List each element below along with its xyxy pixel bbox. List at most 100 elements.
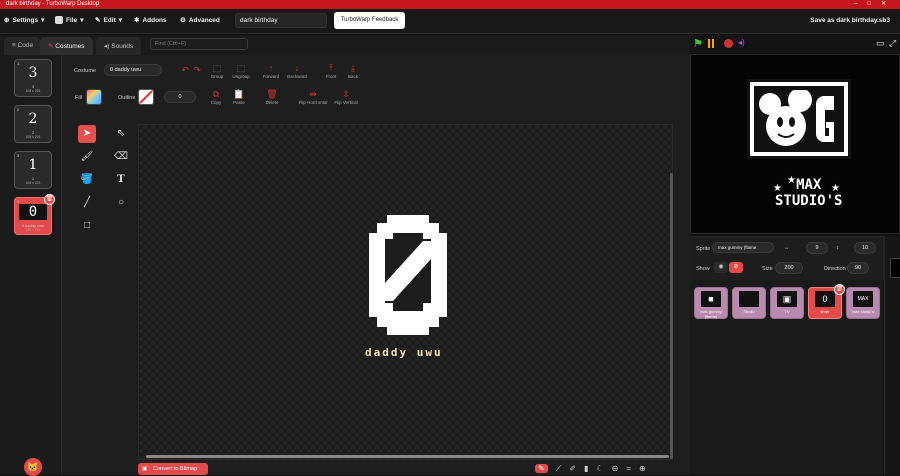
sprite-item[interactable]: ▣ TV bbox=[770, 287, 804, 319]
stop-icon[interactable] bbox=[724, 39, 733, 48]
outline-color-picker[interactable] bbox=[138, 89, 154, 105]
sprite-info-panel: Sprite max gummy (flame ↔ 9 ↕ 10 Show ◉ … bbox=[690, 236, 900, 280]
circle-tool[interactable]: ○ bbox=[112, 194, 130, 212]
stage-thumbnail[interactable] bbox=[890, 258, 900, 278]
back-button[interactable]: ⤓ Back bbox=[340, 63, 366, 79]
direction-input[interactable]: 90 bbox=[847, 262, 869, 274]
project-title-input[interactable]: dark birthday bbox=[235, 13, 327, 28]
costume-text-label: daddy uwu bbox=[365, 346, 443, 359]
fill-tool[interactable]: 🪣 bbox=[78, 171, 96, 189]
save-as-button[interactable]: Save as dark birthday.sb3 bbox=[810, 17, 890, 24]
editor-tabs: ≡ Code ✎ Costumes ◂) Sounds Find (Ctrl+F… bbox=[0, 35, 690, 55]
delete-costume-icon[interactable]: 🗑 bbox=[44, 194, 55, 205]
feedback-button[interactable]: TurboWarp Feedback bbox=[334, 12, 405, 29]
settings-menu[interactable]: ⊕ Settings ▾ bbox=[4, 16, 44, 25]
forward-button[interactable]: ↑ Forward bbox=[258, 63, 284, 79]
star-icon: ★ bbox=[831, 183, 840, 194]
sprite-thumbnail: 0 bbox=[815, 291, 835, 307]
sprite-name-input[interactable]: max gummy (flame bbox=[712, 242, 774, 253]
fullscreen-icon[interactable]: ⤢ bbox=[889, 38, 896, 49]
paint-canvas[interactable] bbox=[138, 124, 673, 460]
cursor-icon: ➤ bbox=[82, 128, 92, 139]
add-costume-button[interactable]: 🐱 bbox=[24, 458, 42, 476]
reshape-icon: ⇖ bbox=[116, 128, 126, 139]
advanced-menu[interactable]: ⚙ Advanced bbox=[180, 16, 220, 25]
moon-icon[interactable]: ☾ bbox=[596, 464, 603, 473]
zoom-in-icon[interactable]: ⊕ bbox=[639, 464, 646, 473]
chevron-down-icon: ▾ bbox=[80, 17, 84, 24]
fill-label: Fill bbox=[75, 95, 83, 101]
menubar: ⊕ Settings ▾ File ▾ ✎ Edit ▾ ✱ Addons ⚙ Advance… bbox=[0, 9, 900, 34]
zoom-reset-icon[interactable]: = bbox=[626, 464, 631, 473]
delete-sprite-icon[interactable]: 🗑 bbox=[834, 284, 845, 295]
eraser-mode-icon[interactable]: ✐ bbox=[569, 464, 576, 473]
edit-menu[interactable]: ✎ Edit ▾ bbox=[95, 16, 122, 25]
flip-horizontal-icon: ⇹ bbox=[309, 89, 317, 99]
addons-menu[interactable]: ✱ Addons bbox=[134, 16, 167, 25]
star-icon: ★ bbox=[773, 183, 782, 194]
costume-item[interactable]: 3 1 1 108 x 201 bbox=[14, 151, 52, 189]
size-label: Size bbox=[762, 266, 773, 272]
small-stage-icon[interactable]: ▭ bbox=[876, 38, 885, 49]
find-input[interactable]: Find (Ctrl+F) bbox=[150, 38, 248, 50]
costume-thumbnail: 0 bbox=[19, 204, 47, 220]
costume-size: 108 x 201 bbox=[25, 228, 41, 232]
sprite-name: TV bbox=[784, 309, 790, 314]
ungroup-button[interactable]: ⬚ Ungroup bbox=[228, 63, 254, 79]
sprite-item[interactable]: MAX max studio's bbox=[846, 287, 880, 319]
tab-code[interactable]: ≡ Code bbox=[4, 37, 42, 55]
eraser-tool[interactable]: ⌫ bbox=[112, 148, 130, 166]
y-input[interactable]: 10 bbox=[854, 242, 876, 254]
vertical-scrollbar[interactable] bbox=[670, 173, 673, 459]
reshape-tool[interactable]: ⇖ bbox=[112, 125, 130, 143]
line-tool[interactable]: ╱ bbox=[78, 194, 96, 212]
tab-sounds[interactable]: ◂) Sounds bbox=[96, 37, 142, 55]
flip-vertical-button[interactable]: ⇳ Flip Vertical bbox=[331, 89, 361, 105]
sprite-item-selected[interactable]: 🗑 0 timer bbox=[808, 284, 845, 319]
show-eye-icon[interactable]: ◉ bbox=[714, 262, 728, 273]
brush-mode-icon[interactable]: ✎ bbox=[535, 464, 548, 473]
text-tool[interactable]: T bbox=[112, 171, 130, 189]
pause-icon[interactable] bbox=[708, 39, 710, 48]
sprite-item[interactable]: ■ max gummy (flame) bbox=[694, 287, 728, 319]
sprite-name: max studio's bbox=[851, 309, 875, 314]
group-icon: ⬚ bbox=[212, 63, 222, 73]
green-flag-icon[interactable]: ⚑ bbox=[693, 37, 703, 50]
brush-tool[interactable]: 🖌 bbox=[78, 148, 96, 166]
addons-icon[interactable]: ◂) bbox=[738, 38, 745, 47]
x-input[interactable]: 9 bbox=[806, 242, 828, 254]
window-controls[interactable]: –□✕ bbox=[854, 0, 896, 9]
mic-icon[interactable]: ▮ bbox=[584, 464, 588, 473]
zoom-out-icon[interactable]: ⊖ bbox=[612, 464, 619, 473]
puzzle-icon: ✱ bbox=[134, 17, 140, 24]
group-button[interactable]: ⬚ Group bbox=[204, 63, 230, 79]
stage-target-pane bbox=[884, 236, 900, 475]
sprite-label: Sprite bbox=[696, 246, 711, 252]
costume-name-input[interactable]: 0 daddy uwu bbox=[104, 64, 162, 76]
delete-button[interactable]: 🗑 Delete bbox=[259, 89, 285, 105]
hide-eye-icon[interactable]: ⊘ bbox=[729, 262, 743, 273]
file-menu[interactable]: File ▾ bbox=[55, 16, 83, 24]
horizontal-scrollbar[interactable] bbox=[146, 455, 669, 458]
convert-to-bitmap-button[interactable]: ▣ Convert to Bitmap bbox=[138, 463, 208, 475]
line-mode-icon[interactable]: ⟋ bbox=[556, 464, 562, 474]
costume-item[interactable]: 2 2 2 108 x 201 bbox=[14, 105, 52, 143]
costume-item-selected[interactable]: 4 🗑 0 0 daddy uwu 108 x 201 bbox=[14, 194, 55, 235]
rectangle-tool[interactable]: □ bbox=[78, 217, 96, 235]
stage[interactable]: MAX STUDIO'S ★ ★ ★ bbox=[690, 54, 900, 234]
outline-width-input[interactable]: 0 bbox=[164, 91, 196, 103]
rectangle-icon: □ bbox=[83, 220, 91, 231]
globe-icon: ⊕ bbox=[4, 17, 10, 24]
fill-color-picker[interactable] bbox=[86, 89, 102, 105]
tab-costumes[interactable]: ✎ Costumes bbox=[40, 37, 93, 55]
paste-button[interactable]: 📋 Paste bbox=[226, 89, 252, 105]
size-input[interactable]: 200 bbox=[775, 262, 803, 274]
select-tool[interactable]: ➤ bbox=[78, 125, 96, 143]
costume-item[interactable]: 1 3 3 108 x 201 bbox=[14, 59, 52, 97]
backward-button[interactable]: ↓ Backward bbox=[284, 63, 310, 79]
costume-index: 2 bbox=[17, 107, 20, 112]
sprite-item[interactable]: Studio bbox=[732, 287, 766, 319]
flip-horizontal-button[interactable]: ⇹ Flip Horizontal bbox=[296, 89, 330, 105]
brush-icon: 🖌 bbox=[80, 151, 94, 162]
costume-label: Costume bbox=[74, 68, 97, 74]
